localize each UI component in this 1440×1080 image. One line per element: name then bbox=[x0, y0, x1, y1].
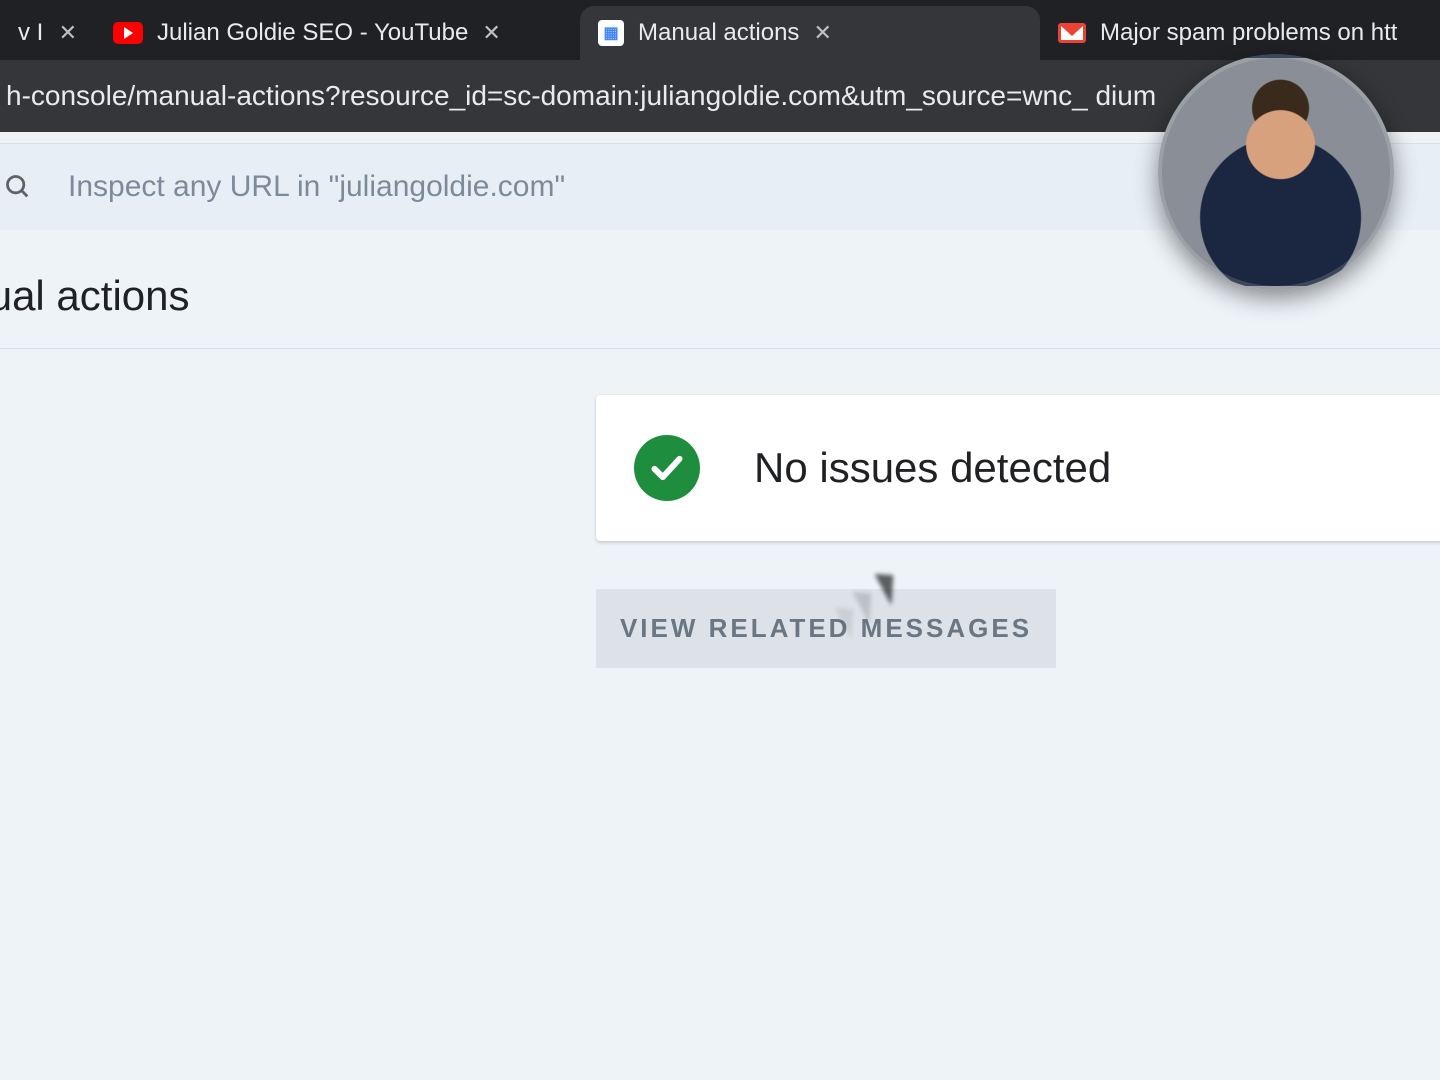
close-icon[interactable]: ✕ bbox=[813, 22, 831, 44]
url-text: h-console/manual-actions?resource_id=sc-… bbox=[6, 80, 1156, 112]
page-title: anual actions bbox=[0, 272, 1440, 320]
youtube-icon bbox=[113, 22, 143, 44]
tab-label: Julian Goldie SEO - YouTube bbox=[157, 19, 468, 47]
tab-label: v I ( bbox=[18, 19, 45, 47]
inspect-url-input[interactable] bbox=[68, 170, 968, 204]
webcam-overlay bbox=[1158, 54, 1394, 290]
browser-tab[interactable]: Major spam problems on htt bbox=[1040, 6, 1440, 60]
browser-tab-strip: v I ( ✕ Julian Goldie SEO - YouTube ✕ ▦ … bbox=[0, 0, 1440, 60]
browser-tab[interactable]: Julian Goldie SEO - YouTube ✕ bbox=[95, 6, 580, 60]
close-icon[interactable]: ✕ bbox=[482, 22, 500, 44]
view-related-messages-button[interactable]: VIEW RELATED MESSAGES bbox=[596, 589, 1056, 668]
browser-tab[interactable]: v I ( ✕ bbox=[0, 6, 95, 60]
tab-label: Manual actions bbox=[638, 19, 799, 47]
close-icon[interactable]: ✕ bbox=[59, 22, 77, 44]
search-icon bbox=[4, 173, 32, 201]
browser-tab-active[interactable]: ▦ Manual actions ✕ bbox=[580, 6, 1040, 60]
search-console-icon: ▦ bbox=[598, 20, 624, 46]
main-content: No issues detected VIEW RELATED MESSAGES bbox=[0, 349, 1440, 668]
status-message: No issues detected bbox=[754, 444, 1111, 492]
tab-label: Major spam problems on htt bbox=[1100, 19, 1397, 47]
gmail-icon bbox=[1058, 23, 1086, 43]
check-circle-icon bbox=[634, 435, 700, 501]
status-card: No issues detected bbox=[596, 395, 1440, 541]
